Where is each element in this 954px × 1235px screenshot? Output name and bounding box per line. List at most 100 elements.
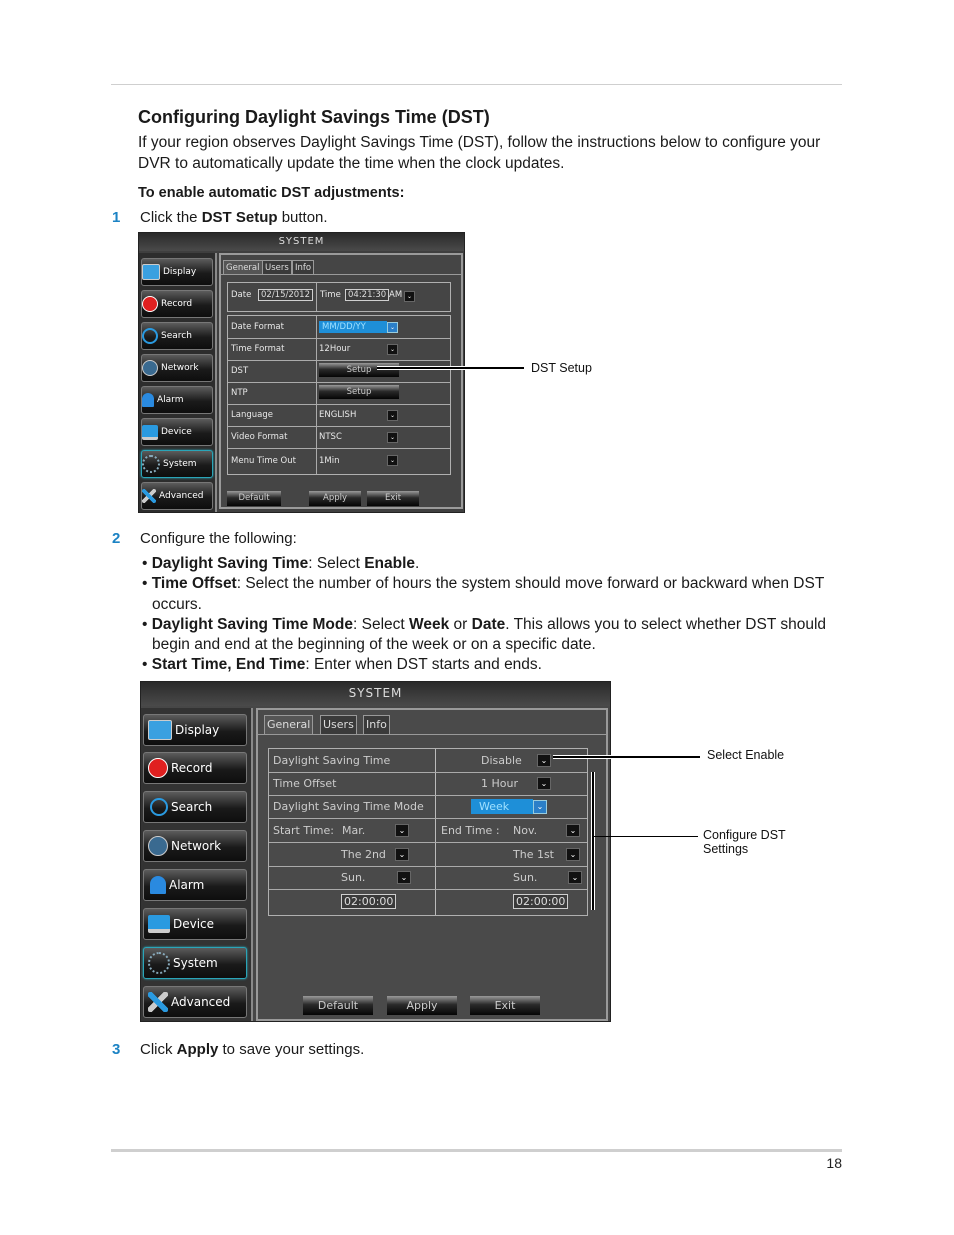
chevron-down-icon[interactable]: ⌄ [387, 321, 398, 333]
tools-icon [148, 992, 168, 1012]
nav-search[interactable]: Search [141, 322, 213, 350]
apply-button[interactable]: Apply [309, 491, 361, 506]
dst-mode-select[interactable]: Week [471, 799, 533, 814]
dst-settings-table: Daylight Saving Time Disable ⌄ Time Offs… [268, 748, 588, 916]
ntp-setup-button[interactable]: Setup [319, 385, 399, 399]
alarm-icon [150, 876, 166, 894]
row-daylight-saving-time: Daylight Saving Time Disable ⌄ [269, 749, 587, 773]
row-language: Language ENGLISH ⌄ [228, 404, 450, 427]
bullet-item: • Time Offset: Select the number of hour… [142, 575, 825, 613]
time-field[interactable]: 04:21:30 [345, 289, 390, 301]
configuration-bullets: • Daylight Saving Time: Select Enable. •… [142, 554, 842, 676]
language-select[interactable]: ENGLISH [319, 404, 387, 426]
bullet-item: • Daylight Saving Time: Select Enable. [142, 555, 420, 572]
end-month-select[interactable]: Nov. [513, 818, 537, 842]
time-offset-select[interactable]: 1 Hour [481, 772, 518, 795]
chevron-down-icon[interactable]: ⌄ [568, 871, 582, 884]
row-start-end-month: Start Time: Mar. ⌄ End Time : Nov. ⌄ [269, 818, 587, 843]
exit-button[interactable]: Exit [470, 996, 540, 1015]
ampm-select[interactable]: AM [389, 290, 402, 300]
chevron-down-icon[interactable]: ⌄ [566, 823, 580, 837]
video-format-select[interactable]: NTSC [319, 426, 387, 448]
chevron-down-icon[interactable]: ⌄ [533, 799, 547, 814]
chevron-down-icon[interactable]: ⌄ [404, 291, 415, 302]
chevron-down-icon[interactable]: ⌄ [397, 871, 411, 884]
device-icon [148, 915, 170, 933]
nav-advanced[interactable]: Advanced [141, 482, 213, 510]
chevron-down-icon[interactable]: ⌄ [387, 343, 398, 355]
date-time-row: Date 02/15/2012 Time 04:21:30 AM ⌄ [227, 282, 451, 312]
row-dst: DST Setup [228, 360, 450, 383]
apply-button[interactable]: Apply [387, 996, 457, 1015]
default-button[interactable]: Default [227, 491, 281, 506]
exit-button[interactable]: Exit [367, 491, 419, 506]
menu-timeout-select[interactable]: 1Min [319, 448, 387, 473]
footer-rule [111, 1149, 842, 1152]
nav-network[interactable]: Network [141, 354, 213, 382]
callout-configure-dst: Configure DST Settings [703, 828, 786, 856]
nav-record[interactable]: Record [143, 752, 247, 784]
row-video-format: Video Format NTSC ⌄ [228, 426, 450, 449]
tab-users[interactable]: Users [262, 260, 292, 275]
chevron-down-icon[interactable]: ⌄ [387, 409, 398, 421]
chevron-down-icon[interactable]: ⌄ [537, 754, 551, 767]
nav-record[interactable]: Record [141, 290, 213, 318]
chevron-down-icon[interactable]: ⌄ [395, 847, 409, 861]
chevron-down-icon[interactable]: ⌄ [537, 777, 551, 790]
row-week: The 2nd ⌄ The 1st ⌄ [269, 842, 587, 867]
date-format-select[interactable]: MM/DD/YY [319, 321, 387, 333]
chevron-down-icon[interactable]: ⌄ [387, 431, 398, 443]
end-week-select[interactable]: The 1st [513, 842, 554, 866]
chevron-down-icon[interactable]: ⌄ [387, 455, 398, 466]
screen-header: SYSTEM [139, 233, 464, 251]
nav-device[interactable]: Device [141, 418, 213, 446]
nav-device[interactable]: Device [143, 908, 247, 940]
chevron-down-icon[interactable]: ⌄ [566, 847, 580, 861]
callout-line-settings [594, 836, 698, 837]
nav-system[interactable]: System [143, 947, 247, 979]
row-time-format: Time Format 12Hour ⌄ [228, 338, 450, 361]
step-1: 1 Click the DST Setup button. [112, 209, 328, 226]
nav-advanced[interactable]: Advanced [143, 986, 247, 1018]
step-2: 2 Configure the following: [112, 530, 297, 547]
intro-paragraph: If your region observes Daylight Savings… [138, 134, 821, 172]
gears-icon [148, 952, 170, 974]
start-week-select[interactable]: The 2nd [341, 842, 386, 866]
nav-system[interactable]: System [141, 450, 213, 478]
step-number: 3 [112, 1041, 121, 1058]
tab-general[interactable]: General [223, 260, 263, 275]
procedure-heading: To enable automatic DST adjustments: [138, 185, 405, 201]
date-field[interactable]: 02/15/2012 [258, 289, 313, 301]
start-day-select[interactable]: Sun. [341, 866, 365, 889]
screen-header: SYSTEM [141, 682, 610, 706]
nav-display[interactable]: Display [141, 258, 213, 286]
nav-alarm[interactable]: Alarm [143, 869, 247, 901]
time-format-select[interactable]: 12Hour [319, 338, 387, 360]
daylight-saving-select[interactable]: Disable [481, 749, 522, 772]
nav-display[interactable]: Display [143, 714, 247, 746]
dst-setup-button[interactable]: Setup [319, 363, 399, 377]
callout-line-enable [553, 756, 700, 758]
chevron-down-icon[interactable]: ⌄ [395, 823, 409, 837]
tab-info[interactable]: Info [292, 260, 315, 275]
globe-icon [142, 360, 158, 376]
row-menu-time-out: Menu Time Out 1Min ⌄ [228, 448, 450, 473]
nav-network[interactable]: Network [143, 830, 247, 862]
start-time-field[interactable]: 02:00:00 [341, 894, 397, 909]
row-time-offset: Time Offset 1 Hour ⌄ [269, 772, 587, 796]
tab-general[interactable]: General [264, 715, 314, 734]
record-icon [148, 758, 168, 778]
tools-icon [142, 489, 156, 503]
start-month-select[interactable]: Mar. [342, 818, 365, 842]
end-time-field[interactable]: 02:00:00 [513, 894, 569, 909]
tab-info[interactable]: Info [363, 715, 390, 734]
row-ntp: NTP Setup [228, 382, 450, 405]
nav-alarm[interactable]: Alarm [141, 386, 213, 414]
section-title: Configuring Daylight Savings Time (DST) [138, 107, 490, 127]
record-icon [142, 296, 158, 312]
end-day-select[interactable]: Sun. [513, 866, 537, 889]
globe-icon [148, 836, 168, 856]
default-button[interactable]: Default [303, 996, 373, 1015]
nav-search[interactable]: Search [143, 791, 247, 823]
tab-users[interactable]: Users [320, 715, 357, 734]
